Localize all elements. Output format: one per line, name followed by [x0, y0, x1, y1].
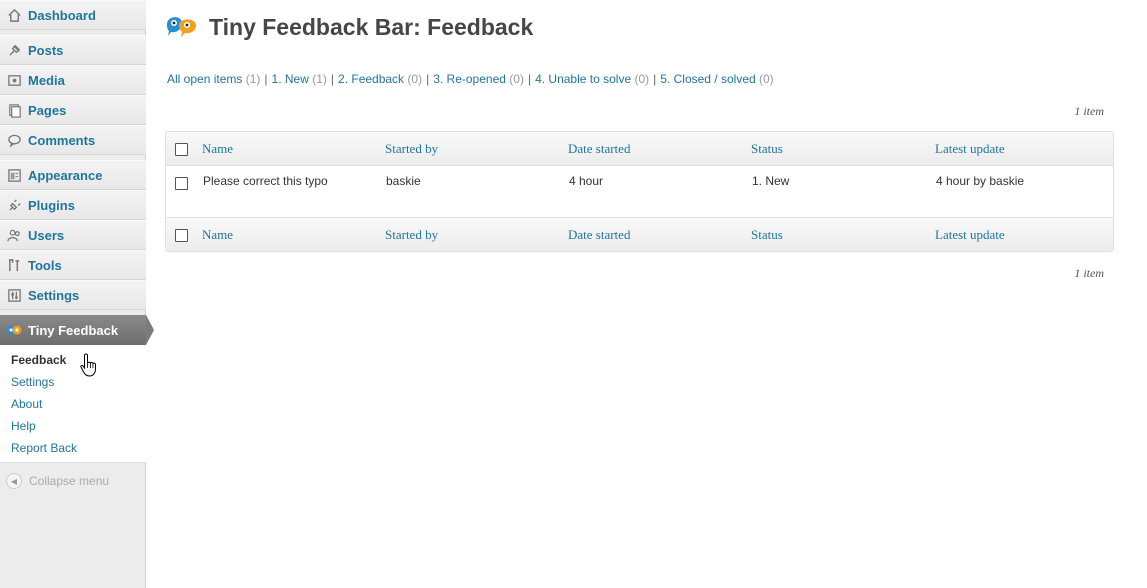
page-title: Tiny Feedback Bar: Feedback — [209, 14, 534, 40]
hand-cursor-icon — [80, 353, 98, 382]
sidebar-item-pages[interactable]: Pages — [0, 95, 146, 125]
column-footer-name[interactable]: Name — [202, 227, 233, 243]
sidebar-item-label: Media — [28, 72, 65, 88]
settings-icon — [6, 287, 22, 303]
table-footer: Name Started by Date started Status Late… — [166, 217, 1113, 251]
tiny-feedback-icon — [6, 322, 22, 338]
sidebar-item-label: Appearance — [28, 167, 103, 183]
filter-new[interactable]: 1. New — [272, 72, 309, 86]
sidebar-item-label: Tiny Feedback — [28, 322, 119, 338]
comments-icon — [6, 132, 22, 148]
select-all-checkbox-footer[interactable] — [175, 229, 188, 242]
media-icon — [6, 72, 22, 88]
cell-started-by: baskie — [386, 174, 421, 188]
sidebar-item-label: Dashboard — [28, 7, 96, 23]
filter-closed-solved[interactable]: 5. Closed / solved — [660, 72, 755, 86]
sidebar-item-label: Plugins — [28, 197, 75, 213]
select-all-checkbox[interactable] — [175, 143, 188, 156]
sidebar-item-settings[interactable]: Settings — [0, 280, 146, 310]
filter-separator: | — [426, 72, 430, 86]
plugins-icon — [6, 197, 22, 213]
filter-unable-to-solve[interactable]: 4. Unable to solve — [535, 72, 631, 86]
sidebar-item-tools[interactable]: Tools — [0, 250, 146, 280]
sidebar-item-label: Settings — [28, 287, 80, 303]
users-icon — [6, 227, 22, 243]
filter-count: (0) — [759, 72, 774, 86]
column-footer-latest-update[interactable]: Latest update — [935, 227, 1005, 243]
cell-name[interactable]: Please correct this typo — [203, 174, 328, 188]
sidebar-item-label: Tools — [28, 257, 62, 273]
filter-count: (0) — [407, 72, 423, 86]
sidebar-item-label: Comments — [28, 132, 96, 148]
collapse-menu-label: Collapse menu — [29, 474, 110, 488]
column-footer-status[interactable]: Status — [751, 227, 783, 243]
filter-count: (0) — [509, 72, 524, 86]
column-header-date-started[interactable]: Date started — [568, 141, 630, 157]
table-header: Name Started by Date started Status Late… — [166, 132, 1113, 166]
filter-count: (0) — [634, 72, 650, 86]
sidebar-item-comments[interactable]: Comments — [0, 125, 146, 155]
sidebar-item-media[interactable]: Media — [0, 65, 146, 95]
column-footer-date-started[interactable]: Date started — [568, 227, 630, 243]
filter-feedback[interactable]: 2. Feedback — [338, 72, 404, 86]
submenu-item-help[interactable]: Help — [11, 419, 36, 433]
appearance-icon — [6, 167, 22, 183]
sidebar-item-dashboard[interactable]: Dashboard — [0, 0, 146, 30]
sidebar-item-posts[interactable]: Posts — [0, 35, 146, 65]
sidebar-item-label: Posts — [28, 42, 64, 58]
column-footer-started-by[interactable]: Started by — [385, 227, 438, 243]
admin-sidebar: Dashboard Posts Media Pages Comments App… — [0, 0, 154, 588]
item-count-bottom: 1 item — [1074, 266, 1104, 280]
filter-all-open[interactable]: All open items — [167, 72, 242, 86]
sidebar-item-appearance[interactable]: Appearance — [0, 160, 146, 190]
home-icon — [6, 7, 22, 23]
filter-reopened[interactable]: 3. Re-opened — [433, 72, 506, 86]
tiny-feedback-submenu: Feedback Settings About Help Report Back — [0, 345, 146, 463]
filter-separator: | — [527, 72, 532, 86]
row-checkbox[interactable] — [175, 177, 188, 190]
filter-separator: | — [653, 72, 657, 86]
submenu-item-settings[interactable]: Settings — [11, 375, 54, 389]
pages-icon — [6, 102, 22, 118]
sidebar-item-label: Pages — [28, 102, 67, 118]
filter-separator: | — [264, 72, 268, 86]
cell-date-started: 4 hour — [569, 174, 604, 188]
sidebar-item-tiny-feedback[interactable]: Tiny Feedback — [0, 315, 154, 345]
feedback-table: Name Started by Date started Status Late… — [165, 131, 1114, 252]
cell-latest-update: 4 hour by baskie — [936, 174, 1025, 188]
active-arrow — [146, 315, 154, 345]
column-header-name[interactable]: Name — [202, 141, 233, 157]
item-count-top: 1 item — [1074, 104, 1104, 118]
pin-icon — [6, 42, 22, 58]
sidebar-item-users[interactable]: Users — [0, 220, 146, 250]
tiny-feedback-logo-icon — [165, 12, 199, 43]
filter-count: (1) — [312, 72, 327, 86]
column-header-status[interactable]: Status — [751, 141, 783, 157]
table-row[interactable]: Please correct this typo baskie 4 hour 1… — [166, 166, 1113, 217]
filter-separator: | — [330, 72, 335, 86]
submenu-item-report-back[interactable]: Report Back — [11, 441, 77, 455]
tools-icon — [6, 257, 22, 273]
status-filter-links: All open items (1) | 1. New (1) | 2. Feedbac… — [167, 72, 774, 86]
submenu-item-about[interactable]: About — [11, 397, 42, 411]
submenu-item-feedback[interactable]: Feedback — [11, 353, 66, 367]
cell-status: 1. New — [752, 174, 790, 188]
sidebar-item-plugins[interactable]: Plugins — [0, 190, 146, 220]
collapse-menu-button[interactable]: ◀ Collapse menu — [6, 473, 109, 489]
sidebar-item-label: Users — [28, 227, 65, 243]
column-header-started-by[interactable]: Started by — [385, 141, 438, 157]
collapse-arrow-icon: ◀ — [6, 473, 22, 489]
column-header-latest-update[interactable]: Latest update — [935, 141, 1005, 157]
page-header: Tiny Feedback Bar: Feedback — [165, 12, 533, 43]
filter-count: (1) — [245, 72, 261, 86]
